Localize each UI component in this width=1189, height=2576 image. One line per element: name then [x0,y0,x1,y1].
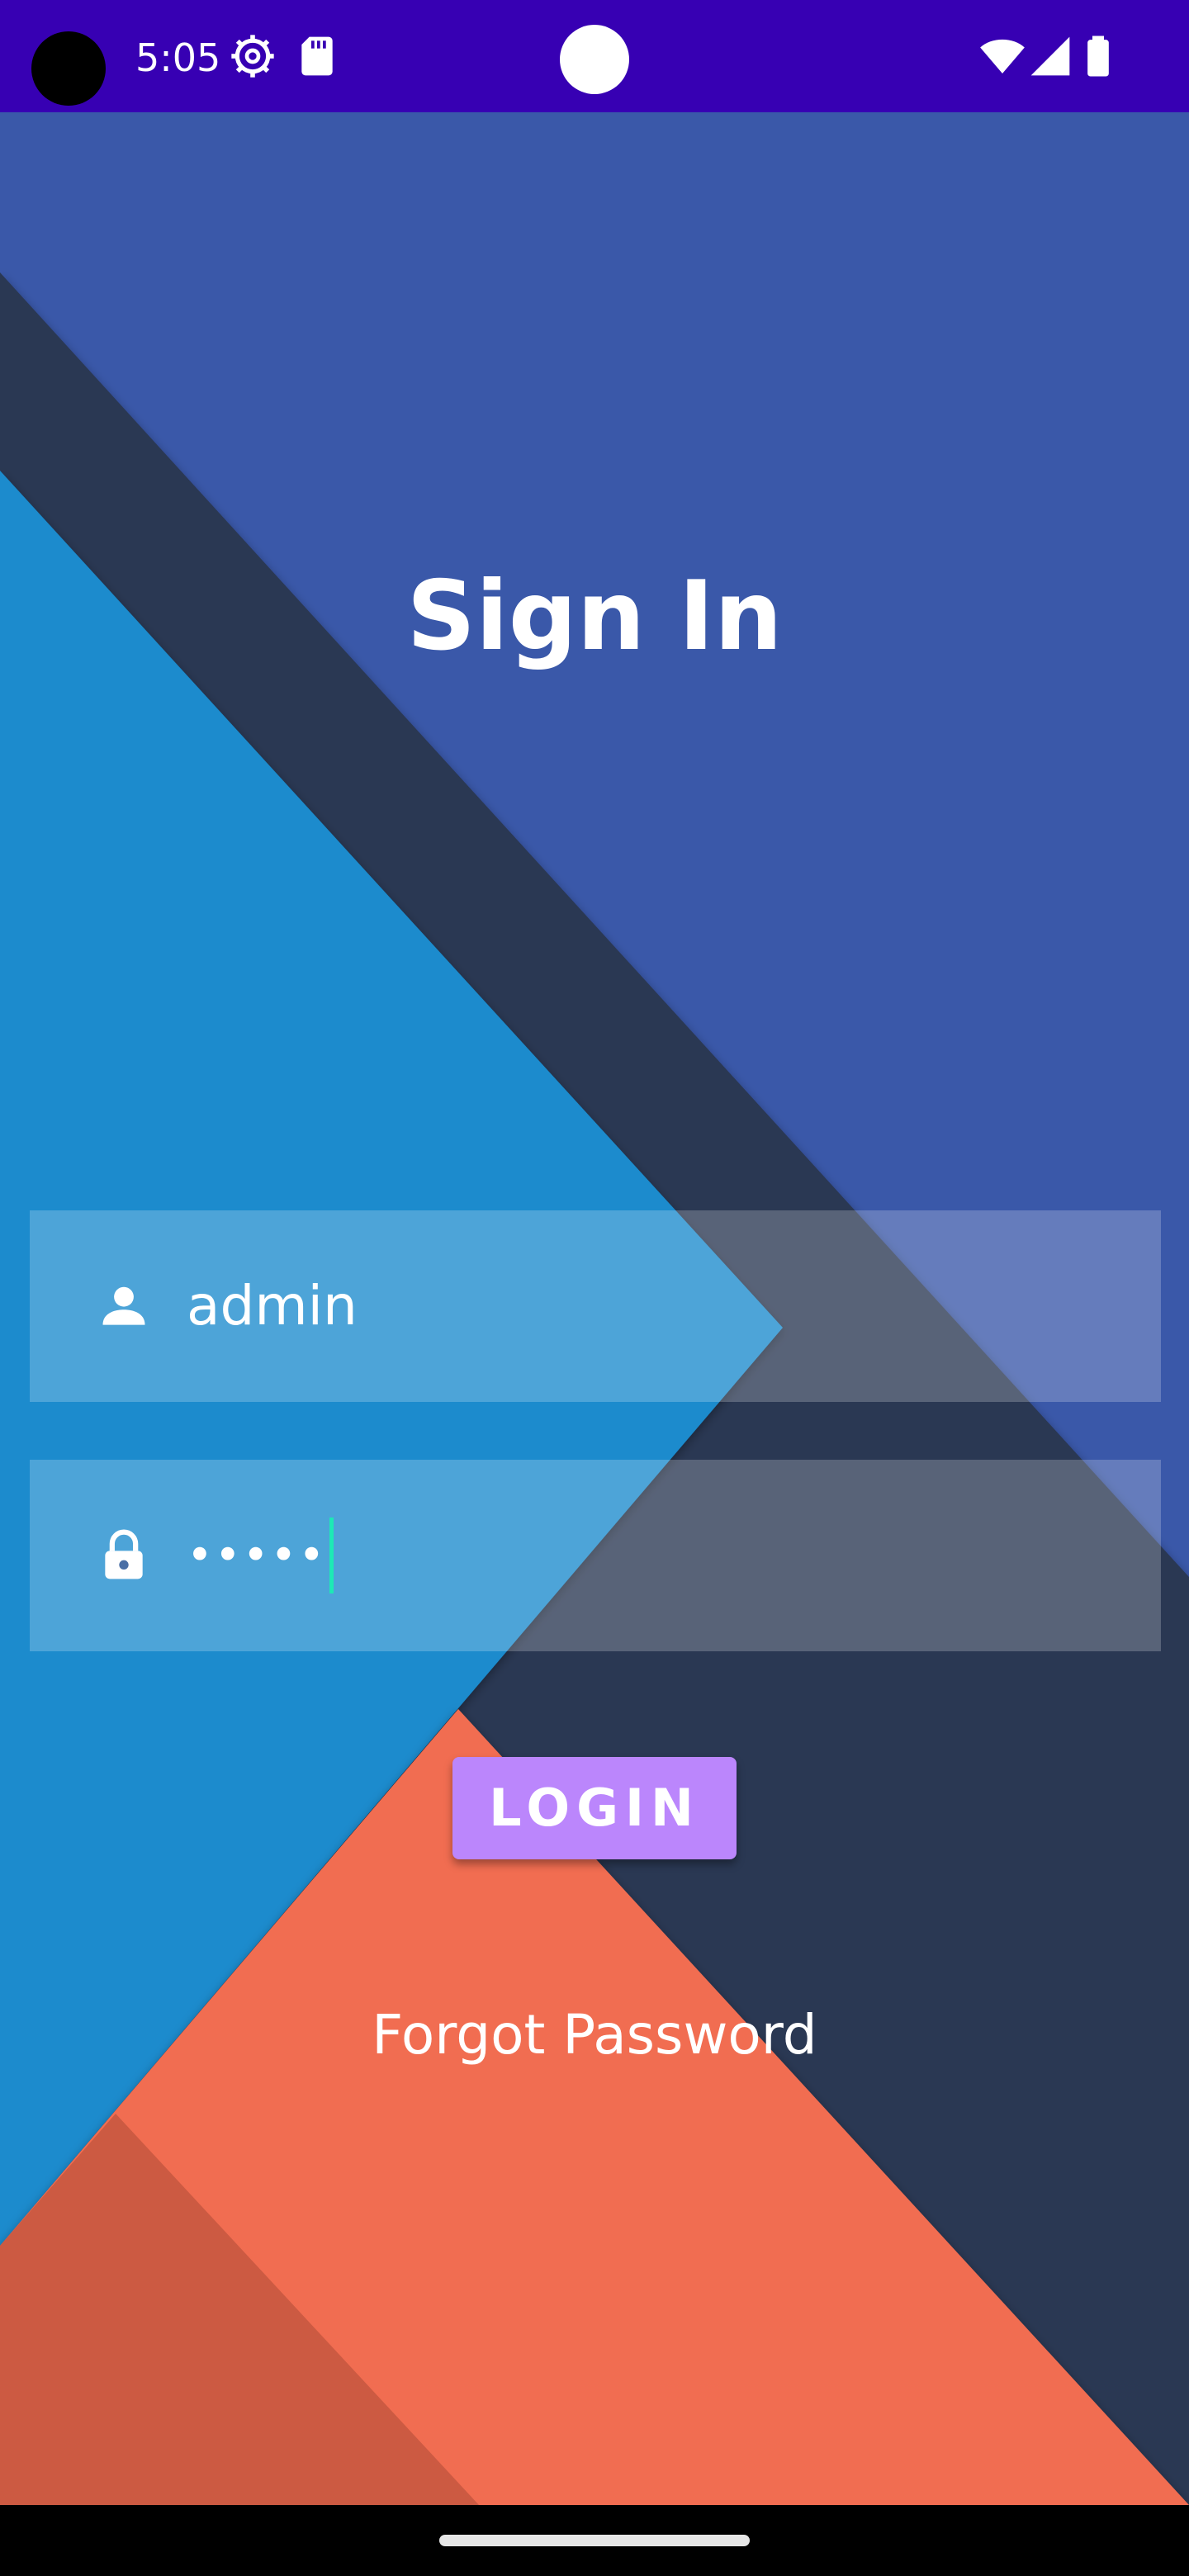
forgot-password-link[interactable]: Forgot Password [0,1998,1189,2072]
person-icon [102,1286,145,1325]
signal-icon [1030,36,1070,76]
text-cursor [329,1518,334,1593]
wifi-icon [980,39,1025,73]
status-bar: 5:05 [0,0,1189,112]
status-time: 5:05 [135,36,221,80]
camera-cutout [31,31,106,106]
username-field[interactable]: admin [30,1210,1161,1402]
password-value[interactable]: ••••• [187,1518,326,1593]
password-value-container[interactable]: ••••• [187,1518,334,1593]
center-indicator-dot [560,25,629,94]
username-value[interactable]: admin [187,1268,358,1344]
login-button[interactable]: LOGIN [452,1757,737,1859]
gesture-handle[interactable] [439,2535,750,2546]
page-title: Sign In [406,561,783,672]
login-screen: 5:05 Sign In admin ••••• LOGIN Forgot Pa… [0,0,1189,2576]
lock-icon [105,1529,143,1579]
settings-gear-icon [231,35,274,78]
battery-icon [1087,36,1109,77]
password-field[interactable]: ••••• [30,1460,1161,1651]
sd-card-icon [301,36,333,76]
navigation-bar [0,2505,1189,2576]
